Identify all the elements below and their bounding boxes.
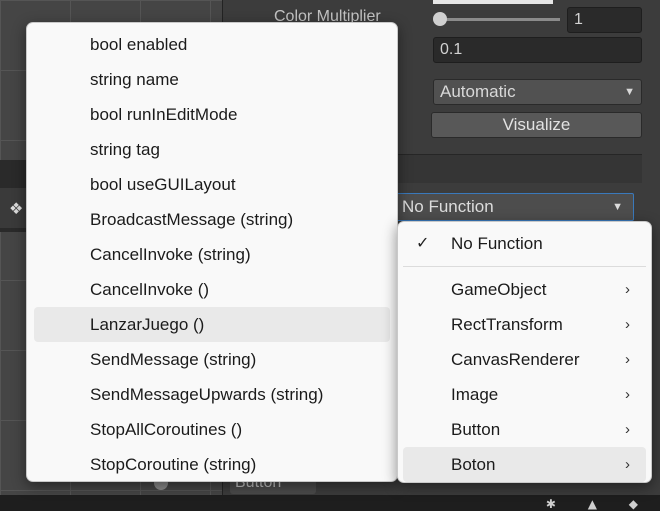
fade-duration-field[interactable]: 0.1 <box>433 37 642 63</box>
menu-item-sendmessage[interactable]: SendMessage (string) <box>34 342 390 377</box>
menu-item-boton[interactable]: Boton › <box>403 447 646 482</box>
menu-item-bool-runineditmode[interactable]: bool runInEditMode <box>34 97 390 132</box>
menu-separator <box>403 266 646 267</box>
menu-item-button[interactable]: Button › <box>403 412 646 447</box>
chevron-right-icon: › <box>625 456 630 473</box>
menu-item-image[interactable]: Image › <box>403 377 646 412</box>
component-menu: ✓ No Function GameObject › RectTransform… <box>397 221 652 483</box>
chevron-right-icon: › <box>625 421 630 438</box>
menu-item-label: GameObject <box>451 280 547 299</box>
color-multiplier-slider[interactable] <box>440 18 560 21</box>
visualize-button[interactable]: Visualize <box>431 112 642 138</box>
menu-item-label: Image <box>451 385 499 404</box>
chevron-right-icon: › <box>625 281 630 298</box>
color-multiplier-field[interactable]: 1 <box>567 7 642 33</box>
menu-item-bool-useguilayout[interactable]: bool useGUILayout <box>34 167 390 202</box>
gameobject-icon: ❖ <box>9 199 24 218</box>
chevron-right-icon: › <box>625 316 630 333</box>
check-icon: ✓ <box>416 235 430 252</box>
menu-item-canvasrenderer[interactable]: CanvasRenderer › <box>403 342 646 377</box>
menu-item-stopcoroutine[interactable]: StopCoroutine (string) <box>34 447 390 482</box>
color-swatch[interactable] <box>433 0 553 4</box>
menu-item-label: Boton <box>451 455 496 474</box>
menu-item-sendmessageupwards[interactable]: SendMessageUpwards (string) <box>34 377 390 412</box>
menu-item-lanzarjuego[interactable]: LanzarJuego () <box>34 307 390 342</box>
menu-item-string-tag[interactable]: string tag <box>34 132 390 167</box>
caret-down-icon: ▼ <box>612 201 623 213</box>
caret-down-icon: ▼ <box>624 86 635 98</box>
menu-item-label: No Function <box>451 234 543 253</box>
menu-item-cancelinvoke-string[interactable]: CancelInvoke (string) <box>34 237 390 272</box>
menu-item-gameobject[interactable]: GameObject › <box>403 272 646 307</box>
navigation-dropdown[interactable]: Automatic ▼ <box>433 79 642 105</box>
menu-item-broadcastmessage[interactable]: BroadcastMessage (string) <box>34 202 390 237</box>
navigation-value: Automatic <box>440 82 516 101</box>
menu-item-stopallcoroutines[interactable]: StopAllCoroutines () <box>34 412 390 447</box>
slider-thumb[interactable] <box>433 12 447 26</box>
menu-item-label: CanvasRenderer <box>451 350 580 369</box>
function-dropdown[interactable]: No Function ▼ <box>396 193 634 221</box>
menu-item-cancelinvoke[interactable]: CancelInvoke () <box>34 272 390 307</box>
onclick-header <box>398 154 642 183</box>
chevron-right-icon: › <box>625 351 630 368</box>
function-menu: bool enabled string name bool runInEditM… <box>26 22 398 482</box>
menu-item-bool-enabled[interactable]: bool enabled <box>34 27 390 62</box>
function-dropdown-value: No Function <box>402 197 494 216</box>
chevron-right-icon: › <box>625 386 630 403</box>
menu-item-string-name[interactable]: string name <box>34 62 390 97</box>
menu-item-label: RectTransform <box>451 315 563 334</box>
status-icons: ✱ ▲ ◆ <box>545 497 652 511</box>
menu-item-no-function[interactable]: ✓ No Function <box>403 226 646 261</box>
menu-item-label: Button <box>451 420 501 439</box>
menu-item-recttransform[interactable]: RectTransform › <box>403 307 646 342</box>
